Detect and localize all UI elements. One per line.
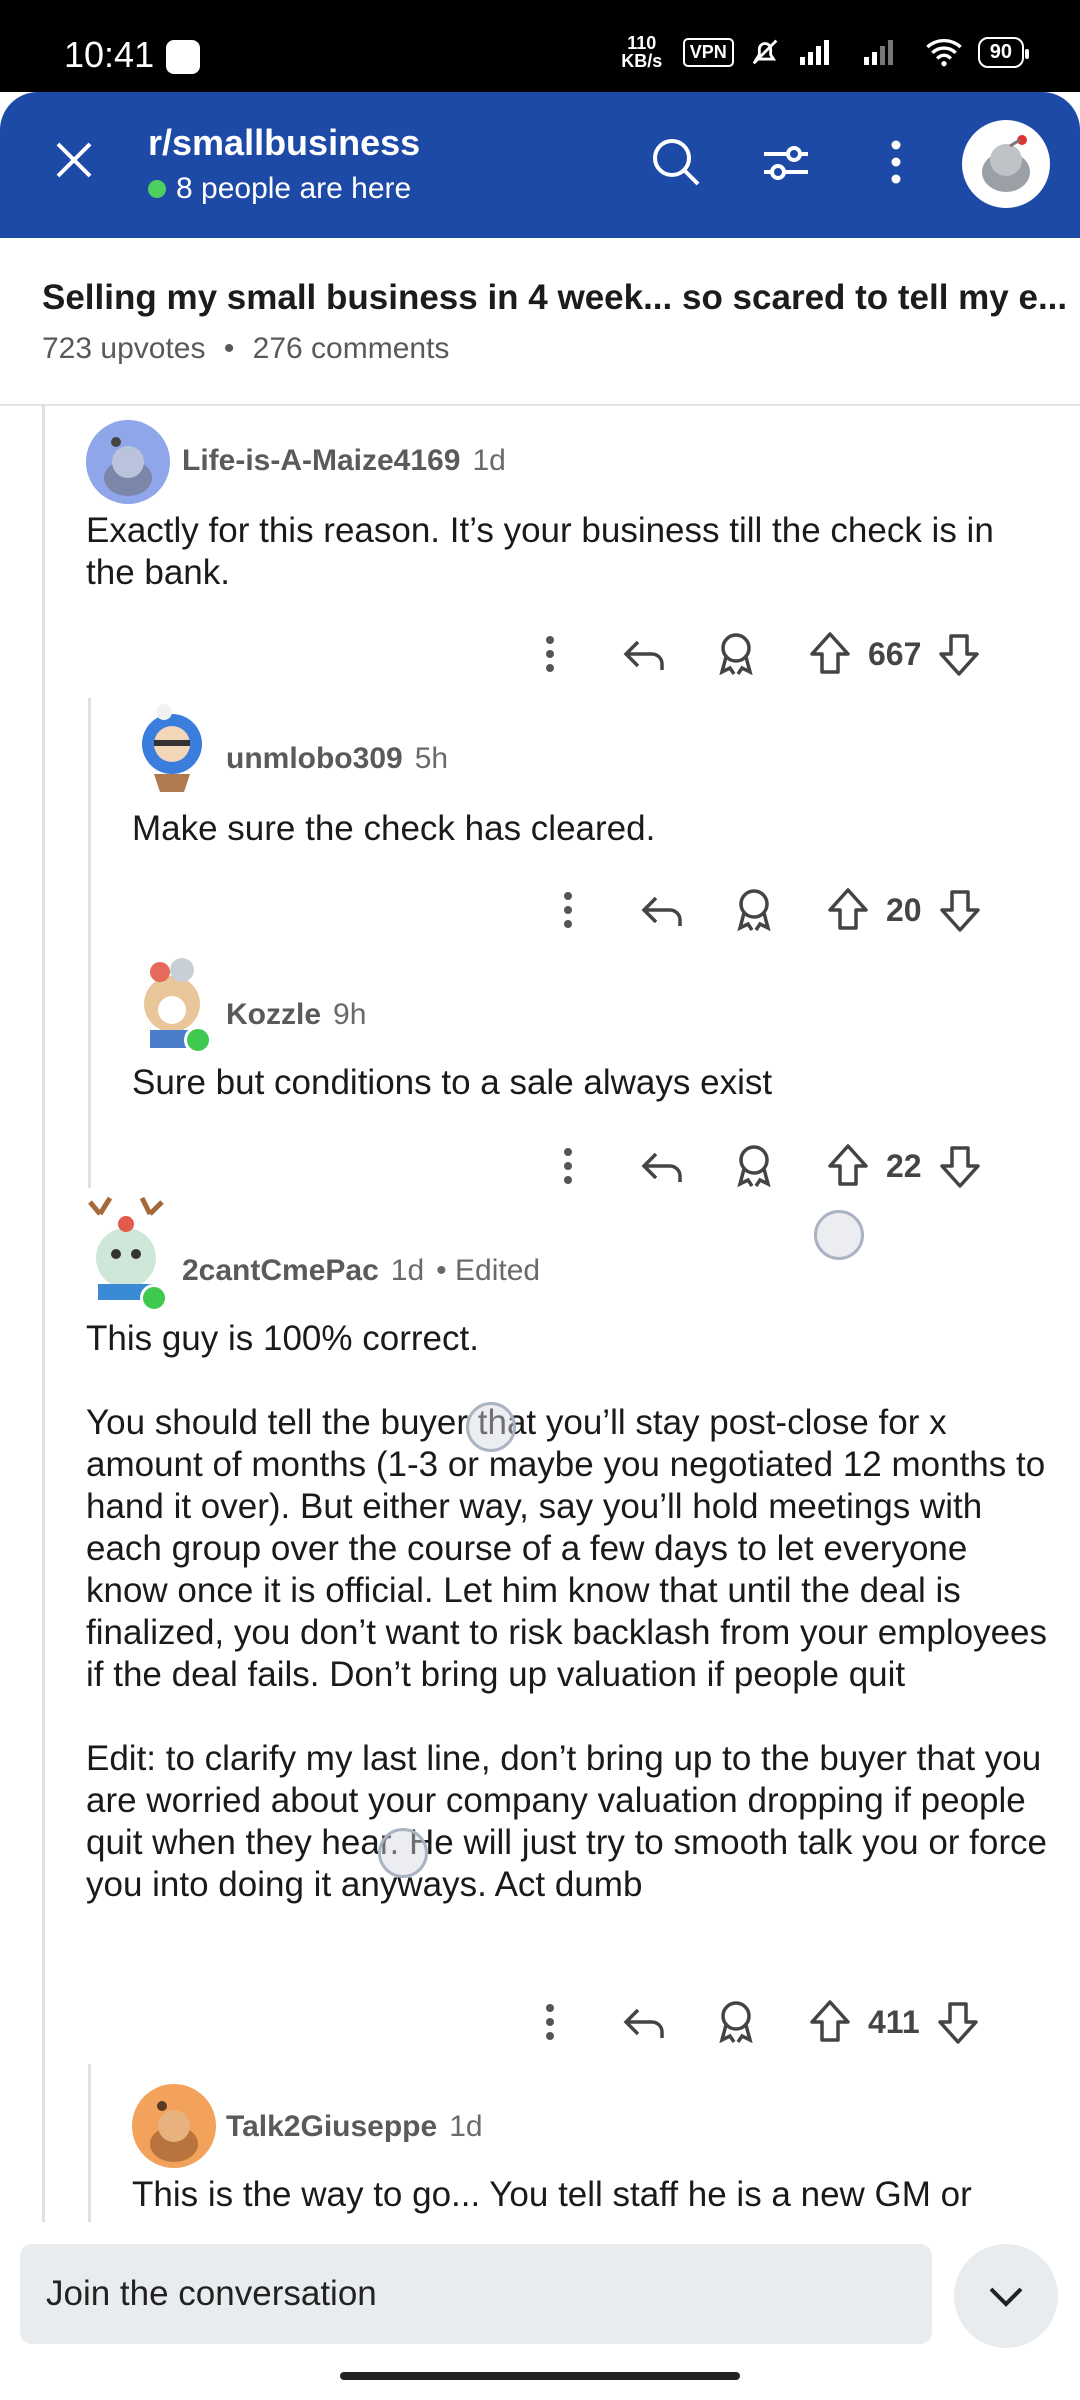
- comment-header: Talk2Giuseppe 1d: [226, 2110, 483, 2144]
- online-text: 8 people are here: [176, 172, 412, 205]
- reply-icon[interactable]: [614, 624, 674, 684]
- comment-header: Kozzle 9h: [226, 998, 366, 1032]
- vpn-badge: VPN: [682, 37, 734, 67]
- avatar[interactable]: [132, 2084, 216, 2168]
- comment-actions: 22: [538, 1136, 990, 1196]
- avatar[interactable]: [86, 420, 170, 504]
- reply-icon[interactable]: [614, 1992, 674, 2052]
- comment-header: unmlobo309 5h: [226, 742, 448, 776]
- mute-icon: [752, 39, 778, 65]
- upvote-count: 723 upvotes: [42, 332, 206, 365]
- chevron-down-icon: [989, 2287, 1023, 2307]
- edited-label: • Edited: [436, 1254, 541, 1287]
- online-status-dot: [140, 1284, 168, 1312]
- comment-body: Make sure the check has cleared.: [132, 809, 656, 848]
- vote-count: 667: [868, 635, 922, 672]
- comment-time: 1d: [472, 444, 506, 477]
- award-icon[interactable]: [706, 1992, 766, 2052]
- vote-count: 411: [868, 2003, 920, 2040]
- thread-line: [42, 404, 45, 2224]
- comment-body: Sure but conditions to a sale always exi…: [132, 1063, 773, 1102]
- upvote-icon[interactable]: [818, 1136, 878, 1196]
- more-options-icon[interactable]: [538, 1136, 598, 1196]
- comment-actions: 667: [520, 624, 989, 684]
- bottom-bar: Join the conversation: [0, 2222, 1080, 2400]
- vote-count: 22: [886, 1147, 922, 1184]
- signal-2-icon: [863, 40, 893, 65]
- app-notification-icon: [166, 40, 200, 74]
- more-options-icon[interactable]: [520, 1992, 580, 2052]
- post-title[interactable]: Selling my small business in 4 week... s…: [42, 278, 1067, 318]
- avatar[interactable]: [132, 700, 212, 796]
- award-icon[interactable]: [724, 1136, 784, 1196]
- status-bar: 10:41 110 KB/s VPN 90: [0, 0, 1080, 92]
- downvote-icon[interactable]: [928, 1992, 988, 2052]
- user-avatar[interactable]: [962, 120, 1050, 208]
- wifi-icon: [925, 39, 962, 67]
- upvote-icon[interactable]: [800, 1992, 860, 2052]
- comment-time: 1d: [449, 2110, 483, 2143]
- status-icons: 110 KB/s VPN 90: [615, 30, 1030, 74]
- upvote-icon[interactable]: [818, 880, 878, 940]
- comment-time: 9h: [333, 998, 367, 1031]
- collapse-button[interactable]: [954, 2244, 1058, 2348]
- join-conversation-input[interactable]: Join the conversation: [20, 2244, 932, 2344]
- meta-separator: •: [223, 332, 235, 365]
- comment-author[interactable]: Talk2Giuseppe: [226, 2110, 437, 2144]
- status-time: 10:41: [64, 34, 155, 75]
- close-icon[interactable]: [42, 128, 106, 192]
- comment-author[interactable]: 2cantCmePac: [182, 1254, 379, 1288]
- touch-indicator: [814, 1210, 864, 1260]
- comment-body: This is the way to go... You tell staff …: [132, 2175, 972, 2214]
- comment-header: Life-is-A-Maize4169 1d: [182, 444, 506, 478]
- comment-header: 2cantCmePac 1d • Edited: [182, 1254, 540, 1288]
- reply-icon[interactable]: [632, 1136, 692, 1196]
- home-indicator[interactable]: [340, 2372, 740, 2380]
- touch-indicator: [378, 1828, 428, 1878]
- touch-indicator: [466, 1402, 516, 1452]
- comment-time: 5h: [414, 742, 449, 775]
- subreddit-header: r/smallbusiness 8 people are here: [0, 92, 1080, 238]
- award-icon[interactable]: [724, 880, 784, 940]
- downvote-icon[interactable]: [930, 1136, 990, 1196]
- downvote-icon[interactable]: [929, 624, 989, 684]
- comment-actions: 20: [538, 880, 990, 940]
- online-count: 8 people are here: [148, 172, 411, 206]
- more-options-icon[interactable]: [866, 132, 926, 192]
- comment-time: 1d: [390, 1254, 425, 1287]
- thread-line: [88, 2064, 91, 2224]
- online-status-dot: [184, 1026, 212, 1054]
- comment-author[interactable]: Life-is-A-Maize4169: [182, 444, 460, 478]
- thread-line: [88, 698, 91, 1188]
- signal-icon: [799, 40, 829, 65]
- comment-body: Exactly for this reason. It’s your busin…: [86, 511, 994, 592]
- more-options-icon[interactable]: [520, 624, 580, 684]
- comment-count: 276 comments: [252, 332, 450, 365]
- post-meta: 723 upvotes • 276 comments: [42, 332, 449, 366]
- comment-author[interactable]: unmlobo309: [226, 742, 403, 776]
- battery-indicator: 90: [977, 36, 1030, 68]
- more-options-icon[interactable]: [538, 880, 598, 940]
- filter-icon[interactable]: [756, 132, 816, 192]
- upvote-icon[interactable]: [800, 624, 860, 684]
- subreddit-name[interactable]: r/smallbusiness: [148, 122, 420, 164]
- award-icon[interactable]: [706, 624, 766, 684]
- reply-icon[interactable]: [632, 880, 692, 940]
- downvote-icon[interactable]: [930, 880, 990, 940]
- network-speed: 110 KB/s: [621, 33, 663, 71]
- vote-count: 20: [886, 891, 922, 928]
- comment-author[interactable]: Kozzle: [226, 998, 321, 1032]
- comment-actions: 411: [520, 1992, 988, 2052]
- comment-body: This guy is 100% correct. You should tel…: [86, 1319, 1048, 1904]
- search-icon[interactable]: [646, 132, 706, 192]
- post-header[interactable]: Selling my small business in 4 week... s…: [0, 238, 1080, 406]
- online-dot: [148, 180, 166, 198]
